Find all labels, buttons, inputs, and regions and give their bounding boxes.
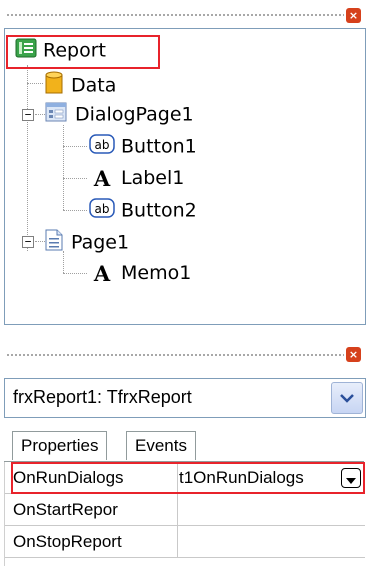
collapse-toggle-page1[interactable]: − [22, 236, 34, 248]
tree-item-label: Memo1 [121, 262, 192, 284]
tree-item-label: Report [43, 39, 106, 62]
tree-line [63, 273, 87, 274]
tree-item-label: Data [71, 74, 117, 97]
tree-line [63, 125, 64, 210]
grid-row[interactable]: OnStartRepor [5, 494, 365, 526]
report-icon [15, 38, 37, 64]
tree-item-label: Page1 [71, 231, 130, 254]
tab-properties[interactable]: Properties [12, 431, 108, 460]
button-ab-icon: ab [89, 134, 115, 160]
object-selector-dropdown-button[interactable] [331, 382, 363, 414]
inspector-tabs: Properties Events [4, 425, 364, 462]
svg-text:ab: ab [95, 138, 110, 152]
chevron-down-icon [340, 394, 354, 403]
tree-item-label1[interactable]: A Label1 [89, 165, 185, 191]
inspector-panel-close-icon[interactable]: × [346, 347, 361, 362]
event-name: OnStopReport [13, 532, 122, 551]
tree-item-data[interactable]: Data [45, 71, 116, 101]
label-a-icon: A [93, 165, 111, 191]
collapse-toggle-dialogpage1[interactable]: − [22, 109, 34, 121]
tree-panel-close-icon[interactable]: × [346, 8, 361, 23]
tree-line [63, 178, 87, 179]
tree-item-memo1[interactable]: A Memo1 [89, 261, 191, 286]
column-divider [177, 494, 178, 525]
row-selection-highlight [11, 462, 365, 494]
tree-item-label: DialogPage1 [75, 103, 194, 126]
tree-panel-grip[interactable] [6, 13, 344, 17]
memo-a-icon: A [93, 260, 111, 286]
tree-item-button1[interactable]: ab Button1 [89, 134, 197, 160]
tree-item-report[interactable]: Report [15, 38, 106, 64]
button-ab-icon: ab [89, 198, 115, 224]
tree-line [63, 146, 87, 147]
grid-row[interactable]: OnStopReport [5, 526, 365, 558]
svg-text:ab: ab [95, 202, 110, 216]
object-selector[interactable]: frxReport1: TfrxReport [4, 378, 366, 418]
tree-item-page1[interactable]: Page1 [45, 229, 129, 257]
tab-events[interactable]: Events [126, 431, 196, 460]
dialog-page-icon [45, 102, 67, 128]
tree-line [27, 65, 28, 251]
tree-item-dialogpage1[interactable]: DialogPage1 [45, 102, 194, 128]
events-grid: OnRunDialogs t1OnRunDialogs OnStartRepor… [4, 462, 365, 566]
tree-line [35, 114, 45, 115]
tree-item-label: Button2 [121, 199, 197, 222]
inspector-panel-grip[interactable] [6, 353, 344, 357]
tree-item-label: Button1 [121, 135, 197, 158]
tree-line [63, 210, 87, 211]
object-selector-value: frxReport1: TfrxReport [13, 387, 192, 407]
report-tree[interactable]: Report Data − DialogPage1 ab Button1 A La… [4, 28, 366, 325]
tree-item-button2[interactable]: ab Button2 [89, 198, 197, 224]
tree-line [27, 83, 43, 84]
page-icon [45, 229, 63, 257]
event-name: OnStartRepor [13, 500, 118, 519]
tree-line [35, 241, 45, 242]
database-icon [45, 71, 63, 101]
tree-item-label: Label1 [121, 167, 185, 189]
column-divider [177, 526, 178, 557]
